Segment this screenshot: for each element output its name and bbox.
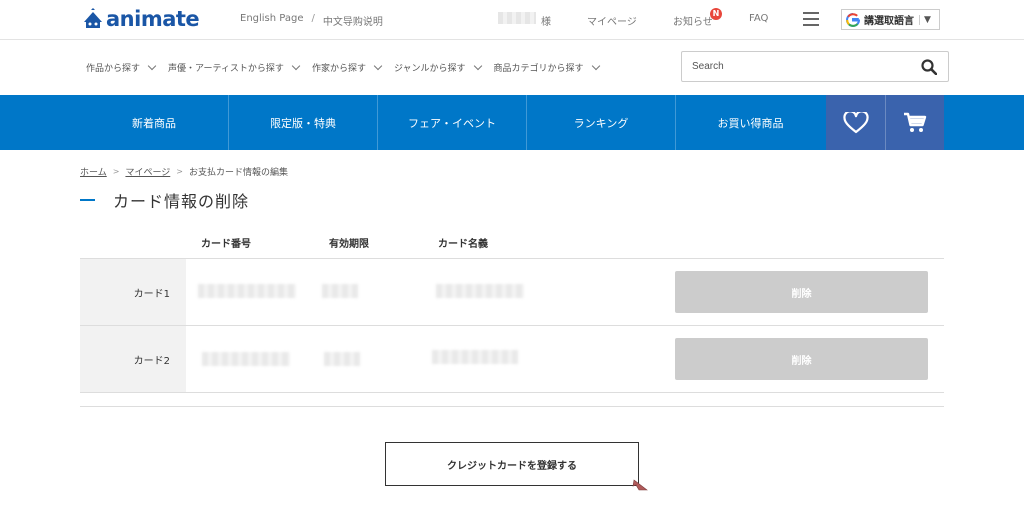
category-by-genre[interactable]: ジャンルから探す (394, 61, 482, 74)
page-title: カード情報の削除 (113, 192, 250, 211)
heart-icon (842, 111, 869, 133)
card-number-redacted (202, 352, 290, 366)
chevron-down-icon (291, 61, 301, 70)
cart-icon (904, 112, 927, 132)
translate-label: 講選取語言 (864, 16, 914, 27)
chevron-down-icon (473, 61, 482, 70)
breadcrumb: ホーム > マイページ > お支払カード情報の編集 (80, 165, 288, 178)
header-card-holder: カード名義 (438, 239, 488, 250)
card-holder-redacted (436, 284, 524, 298)
delete-card-button[interactable]: 削除 (675, 338, 928, 380)
card-row-label: カード2 (80, 326, 186, 392)
animate-logo[interactable]: animate (82, 7, 200, 31)
dropdown-arrow-icon: ▼ (919, 14, 931, 25)
category-menu: 作品から探す 声優・アーティストから探す 作家から探す ジャンルから探す 商品カ… (86, 61, 612, 74)
category-bar: 作品から探す 声優・アーティストから探す 作家から探す ジャンルから探す 商品カ… (0, 40, 1024, 95)
nav-limited-editions[interactable]: 限定版・特典 (229, 95, 378, 150)
chevron-down-icon (373, 61, 383, 70)
breadcrumb-home[interactable]: ホーム (80, 165, 107, 178)
main-nav-items: 新着商品 限定版・特典 フェア・イベント ランキング お買い得商品 (80, 95, 825, 150)
nav-new-items[interactable]: 新着商品 (80, 95, 229, 150)
expiry-redacted (324, 352, 360, 366)
table-divider (80, 406, 944, 407)
search-input[interactable] (682, 52, 902, 81)
breadcrumb-separator: > (176, 167, 183, 176)
search-icon[interactable] (921, 59, 937, 75)
nav-bargains[interactable]: お買い得商品 (676, 95, 825, 150)
username-redacted (498, 12, 536, 24)
card-number-redacted (198, 284, 296, 298)
category-by-voice-actor[interactable]: 声優・アーティストから探す (168, 61, 301, 74)
favorites-button[interactable] (826, 95, 885, 150)
card-row-label: カード1 (80, 259, 186, 325)
chevron-down-icon (591, 61, 600, 70)
google-translate-select[interactable]: 講選取語言 ▼ (841, 9, 940, 30)
header-expiry: 有効期限 (329, 239, 369, 250)
menu-icon[interactable] (803, 12, 819, 26)
link-separator: / (311, 13, 315, 24)
title-accent-dash (80, 199, 95, 201)
mypage-link[interactable]: マイページ (587, 13, 637, 28)
breadcrumb-current: お支払カード情報の編集 (188, 168, 288, 178)
logo-text: animate (106, 7, 200, 31)
faq-link[interactable]: FAQ (749, 13, 768, 24)
header-card-number: カード番号 (201, 239, 251, 250)
chevron-down-icon (147, 61, 157, 70)
card-row: カード1 削除 (80, 259, 944, 326)
mouse-cursor-icon (632, 479, 648, 491)
page-title-block: カード情報の削除 (80, 188, 249, 212)
card-row: カード2 削除 (80, 326, 944, 393)
breadcrumb-mypage[interactable]: マイページ (125, 165, 170, 178)
language-links: English Page / 中文导购说明 (240, 13, 383, 28)
chinese-help-link[interactable]: 中文导购说明 (323, 13, 383, 28)
category-by-author[interactable]: 作家から探す (312, 61, 383, 74)
english-page-link[interactable]: English Page (240, 13, 304, 28)
breadcrumb-separator: > (112, 167, 120, 176)
category-by-title[interactable]: 作品から探す (86, 61, 157, 74)
register-credit-card-button[interactable]: クレジットカードを登録する (385, 442, 639, 486)
cart-button[interactable] (885, 95, 944, 150)
notifications-link[interactable]: お知らせ (673, 13, 713, 28)
logo-mark-icon (84, 8, 102, 28)
card-holder-redacted (432, 350, 518, 364)
top-bar: animate English Page / 中文导购说明 様 マイページ お知… (0, 0, 1024, 40)
delete-card-button[interactable]: 削除 (675, 271, 928, 313)
google-g-icon (846, 12, 860, 27)
nav-ranking[interactable]: ランキング (527, 95, 676, 150)
new-notification-badge: N (710, 8, 722, 20)
search-box (681, 51, 949, 82)
honorific-label: 様 (541, 17, 551, 28)
expiry-redacted (322, 284, 358, 298)
category-by-product-type[interactable]: 商品カテゴリから探す (494, 61, 600, 74)
main-nav: 新着商品 限定版・特典 フェア・イベント ランキング お買い得商品 (0, 95, 1024, 150)
nav-fairs-events[interactable]: フェア・イベント (378, 95, 527, 150)
